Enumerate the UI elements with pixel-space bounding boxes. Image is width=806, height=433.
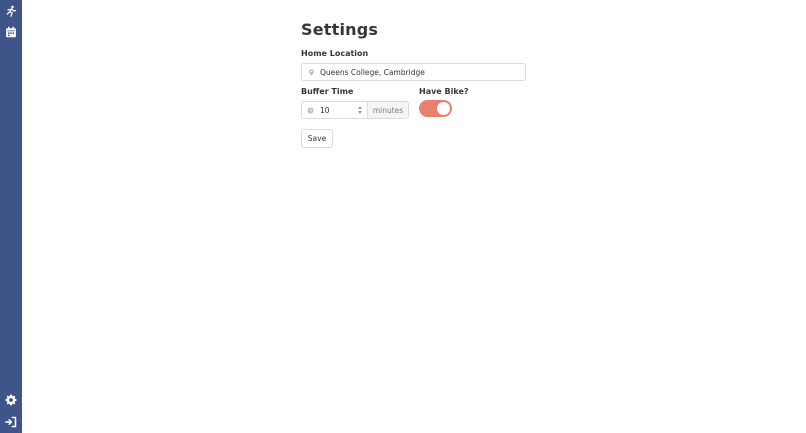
- buffer-time-label: Buffer Time: [301, 87, 354, 96]
- sidebar-item-calendar[interactable]: [3, 24, 19, 40]
- running-person-icon: [6, 5, 17, 17]
- toggle-knob: [437, 102, 450, 115]
- sidebar-item-settings[interactable]: [3, 392, 19, 408]
- sidebar-item-logout[interactable]: [3, 414, 19, 430]
- buffer-time-input[interactable]: [320, 103, 350, 117]
- stepper-up-icon[interactable]: [358, 106, 362, 109]
- buffer-time-stepper[interactable]: [358, 106, 363, 114]
- sign-out-icon: [5, 416, 17, 428]
- home-location-field[interactable]: [301, 63, 526, 81]
- sidebar: [0, 0, 22, 433]
- save-button[interactable]: Save: [301, 129, 333, 148]
- have-bike-toggle[interactable]: [419, 100, 452, 117]
- have-bike-label: Have Bike?: [419, 87, 469, 96]
- map-marker-icon: [309, 68, 314, 76]
- page-title: Settings: [301, 20, 379, 39]
- buffer-time-field[interactable]: [301, 101, 367, 119]
- home-location-label: Home Location: [301, 49, 369, 58]
- gear-icon: [5, 394, 17, 406]
- home-location-input[interactable]: [320, 65, 510, 79]
- buffer-time-unit: minutes: [367, 101, 409, 119]
- sidebar-item-running[interactable]: [3, 3, 19, 19]
- buffer-time-group: minutes: [301, 101, 409, 119]
- clock-icon: [307, 107, 314, 113]
- calendar-icon: [6, 26, 16, 38]
- stepper-down-icon[interactable]: [358, 111, 362, 114]
